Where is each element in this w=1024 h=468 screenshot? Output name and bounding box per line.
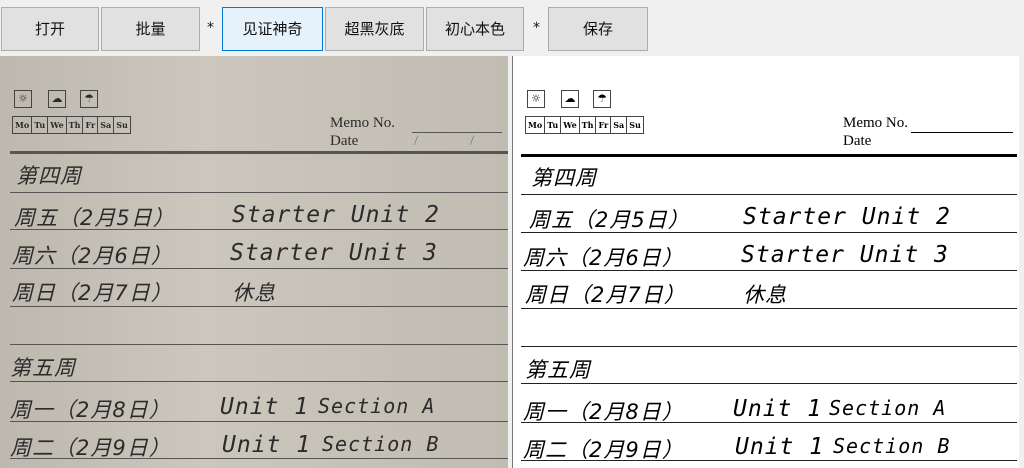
- fri-date: 周五（2月5日）: [529, 208, 690, 232]
- mon-task: Unit 1: [733, 396, 823, 422]
- tue-task: Unit 1: [735, 434, 825, 460]
- cloud-icon: ☁: [561, 90, 579, 108]
- tue-section: Section B: [322, 432, 440, 456]
- original-image-panel: ☼ ☁ ☂ Mo Tu We Th Fr Sa Su Memo No. Date…: [0, 56, 508, 468]
- memo-no-label: Memo No.: [843, 115, 908, 131]
- day-tu: Tu: [32, 117, 49, 133]
- sat-date: 周六（2月6日）: [523, 246, 684, 270]
- fri-task: Starter Unit 2: [743, 204, 951, 230]
- header-rule: [10, 151, 508, 154]
- week5-heading: 第五周: [525, 358, 591, 382]
- sat-task: Starter Unit 3: [230, 240, 438, 266]
- day-we: We: [561, 117, 580, 133]
- rain-icon: ☂: [593, 90, 611, 108]
- fri-task: Starter Unit 2: [232, 202, 440, 228]
- day-th: Th: [580, 117, 597, 133]
- mon-section: Section A: [318, 394, 436, 418]
- tue-task: Unit 1: [222, 432, 312, 458]
- witness-magic-button[interactable]: 见证神奇: [222, 7, 323, 51]
- weekday-boxes: Mo Tu We Th Fr Sa Su: [12, 116, 131, 134]
- day-fr: Fr: [596, 117, 612, 133]
- day-we: We: [48, 117, 67, 133]
- sun-task: 休息: [743, 283, 787, 307]
- date-label: Date: [330, 133, 359, 149]
- rain-icon: ☂: [80, 90, 98, 108]
- memo-no-line: [911, 132, 1013, 133]
- rule-line: [521, 346, 1017, 347]
- tue-section: Section B: [833, 434, 951, 458]
- batch-button[interactable]: 批量: [101, 7, 200, 51]
- week4-heading: 第四周: [16, 164, 82, 188]
- rule-line: [10, 381, 508, 382]
- day-th: Th: [67, 117, 84, 133]
- week4-heading: 第四周: [531, 166, 597, 190]
- rule-line: [521, 194, 1017, 195]
- header-rule: [521, 154, 1017, 157]
- date-label: Date: [843, 133, 872, 149]
- day-mo: Mo: [526, 117, 546, 133]
- sat-task: Starter Unit 3: [741, 242, 949, 268]
- panel-gap: [508, 56, 512, 468]
- rule-line: [521, 383, 1017, 384]
- sun-task: 休息: [232, 281, 276, 305]
- right-edge: [1019, 56, 1024, 468]
- ultra-black-gray-button[interactable]: 超黑灰底: [325, 7, 424, 51]
- save-button[interactable]: 保存: [548, 7, 648, 51]
- mon-date: 周一（2月8日）: [10, 398, 171, 422]
- rule-line: [10, 344, 508, 345]
- sun-date: 周日（2月7日）: [12, 281, 173, 305]
- sat-date: 周六（2月6日）: [12, 244, 173, 268]
- tue-date: 周二（2月9日）: [10, 436, 171, 460]
- cloud-icon: ☁: [48, 90, 66, 108]
- open-button[interactable]: 打开: [1, 7, 99, 51]
- memo-no-line: [412, 132, 502, 133]
- day-sa: Sa: [611, 117, 628, 133]
- date-slash-2: /: [470, 133, 475, 149]
- sun-icon: ☼: [14, 90, 32, 108]
- sun-icon: ☼: [527, 90, 545, 108]
- original-color-button[interactable]: 初心本色: [426, 7, 524, 51]
- weekday-boxes: Mo Tu We Th Fr Sa Su: [525, 116, 644, 134]
- processed-image-panel: ☼ ☁ ☂ Mo Tu We Th Fr Sa Su Memo No. Date…: [512, 56, 1019, 468]
- mon-date: 周一（2月8日）: [523, 400, 684, 424]
- day-sa: Sa: [98, 117, 115, 133]
- sun-date: 周日（2月7日）: [525, 283, 686, 307]
- rule-line: [10, 192, 508, 193]
- toolbar: 打开 批量 * 见证神奇 超黑灰底 初心本色 * 保存: [0, 0, 1024, 56]
- tue-date: 周二（2月9日）: [523, 438, 684, 462]
- day-fr: Fr: [83, 117, 99, 133]
- date-slash-1: /: [414, 133, 419, 149]
- memo-no-label: Memo No.: [330, 115, 395, 131]
- separator-1: *: [207, 20, 214, 36]
- fri-date: 周五（2月5日）: [14, 206, 175, 230]
- mon-section: Section A: [829, 396, 947, 420]
- separator-2: *: [533, 20, 540, 36]
- day-su: Su: [116, 120, 128, 130]
- day-su: Su: [629, 120, 641, 130]
- week5-heading: 第五周: [10, 356, 76, 380]
- day-mo: Mo: [13, 117, 33, 133]
- mon-task: Unit 1: [220, 394, 310, 420]
- day-tu: Tu: [545, 117, 562, 133]
